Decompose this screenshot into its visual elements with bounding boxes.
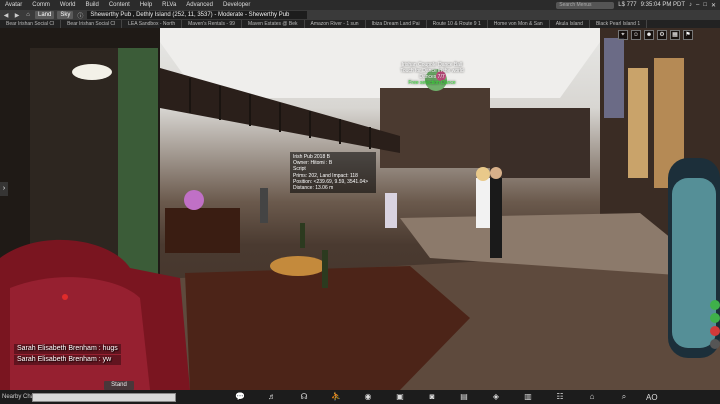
- map-icon[interactable]: ▤: [457, 392, 471, 402]
- menu-comm[interactable]: Comm: [27, 0, 55, 10]
- headphones-icon[interactable]: ☊: [297, 392, 311, 402]
- back-icon[interactable]: ◀: [2, 12, 10, 19]
- world-viewport[interactable]: Irishan Coupole Dance Ball Touch for Dan…: [0, 28, 720, 390]
- search-icon[interactable]: ⌕: [617, 392, 631, 402]
- volume-icon[interactable]: ♪: [689, 2, 692, 8]
- location-field[interactable]: Shewerthy Pub , Dethly Island (252, 11, …: [87, 11, 308, 19]
- floating-text-line: Free selection Dance: [408, 80, 456, 86]
- side-panel-tab-left[interactable]: ›: [0, 182, 8, 196]
- object-floating-text: Irishan Coupole Dance Ball Touch for Dan…: [392, 62, 472, 86]
- microphone-icon[interactable]: ♬: [265, 392, 279, 402]
- top-menu-bar: Avatar Comm World Build Content Help RLV…: [0, 0, 720, 10]
- hud-button-gray[interactable]: [710, 339, 720, 349]
- eye-icon[interactable]: ◉: [361, 392, 375, 402]
- menu-content[interactable]: Content: [104, 0, 135, 10]
- settings-icon[interactable]: ⚙: [657, 30, 667, 40]
- favorite-item[interactable]: Amazon River - 1 sun: [305, 20, 366, 28]
- favorite-item[interactable]: Home von Mon & San: [488, 20, 550, 28]
- home-icon[interactable]: ⌂: [24, 12, 32, 18]
- side-buttons-right: [710, 300, 720, 349]
- favorite-item[interactable]: Bear Irishan Social Cl: [0, 20, 62, 28]
- menu-advanced[interactable]: Advanced: [181, 0, 218, 10]
- menu-right-group: Search Menus L$ 777 9:35:04 PM PDT ♪ – □…: [556, 1, 720, 9]
- snapshot-icon[interactable]: ◙: [425, 392, 439, 402]
- menu-build[interactable]: Build: [80, 0, 103, 10]
- favorite-item[interactable]: Akula Island: [550, 20, 590, 28]
- ao-button[interactable]: AO: [646, 393, 658, 402]
- maximize-icon[interactable]: □: [703, 2, 707, 8]
- nearby-chat-input[interactable]: [32, 392, 176, 402]
- nearby-chat-label: Nearby Chat: [2, 394, 36, 400]
- places-icon[interactable]: ⌂: [585, 392, 599, 402]
- close-icon[interactable]: ✕: [711, 2, 716, 9]
- object-hover-tip: Irish Pub 2018 B Owner: Hitomi : B Scrip…: [290, 152, 376, 194]
- favorite-item[interactable]: Black Pearl Island 1: [590, 20, 648, 28]
- menu-rlva[interactable]: RLVa: [157, 0, 181, 10]
- favorite-item[interactable]: Bear Irishan Social Cl: [61, 20, 123, 28]
- minimap-icon[interactable]: ◈: [489, 392, 503, 402]
- forward-icon[interactable]: ▶: [13, 12, 21, 19]
- inventory-icon[interactable]: ▥: [521, 392, 535, 402]
- land-button[interactable]: Land: [35, 11, 55, 19]
- people-icon[interactable]: ☻: [644, 30, 654, 40]
- chat-line: Sarah Elisabeth Brenham : hugs: [14, 344, 121, 354]
- chat-line: Sarah Elisabeth Brenham : yw: [14, 355, 121, 365]
- location-bar: ◀ ▶ ⌂ Land Sky ⓘ Shewerthy Pub , Dethly …: [0, 10, 720, 20]
- toolbar-buttons: 💬 ♬ ☊ ⛹ ◉ ▣ ◙ ▤ ◈ ▥ ☷ ⌂ ⌕: [224, 392, 640, 402]
- hud-button-red[interactable]: [710, 326, 720, 336]
- hover-tip-distance: Distance: 13.06 m: [293, 185, 334, 192]
- favorites-bar: Bear Irishan Social Cl Bear Irishan Soci…: [0, 20, 720, 28]
- favorite-item[interactable]: Route 10 & Route 9 1: [427, 20, 488, 28]
- bottom-toolbar: Nearby Chat 💬 ♬ ☊ ⛹ ◉ ▣ ◙ ▤ ◈ ▥ ☷ ⌂ ⌕ AO: [0, 390, 720, 404]
- favorite-item[interactable]: Maven's Rentals - 99: [182, 20, 242, 28]
- favorite-item[interactable]: Ibiza Dream Land Pai: [366, 20, 427, 28]
- menu-help[interactable]: Help: [135, 0, 157, 10]
- clock-label: 9:35:04 PM PDT: [640, 2, 685, 8]
- stand-button[interactable]: Stand: [104, 381, 134, 390]
- viewport-icons: ⌖ ☺ ☻ ⚙ ▦ ⚑: [618, 30, 693, 40]
- sky-button[interactable]: Sky: [57, 11, 74, 19]
- walk-icon[interactable]: ⛹: [329, 392, 343, 402]
- menu-avatar[interactable]: Avatar: [0, 0, 27, 10]
- hud-button-green[interactable]: [710, 313, 720, 323]
- favorite-item[interactable]: LEA Sandbox - North: [122, 20, 183, 28]
- info-icon[interactable]: ⓘ: [76, 11, 84, 20]
- speech-bubble-icon[interactable]: 💬: [233, 392, 247, 402]
- scene-rendering: [0, 28, 720, 390]
- minimize-icon[interactable]: –: [696, 2, 699, 8]
- people-icon[interactable]: ☷: [553, 392, 567, 402]
- camera-icon[interactable]: ⌖: [618, 30, 628, 40]
- balance-label[interactable]: L$ 777: [618, 2, 636, 8]
- camera-icon[interactable]: ▣: [393, 392, 407, 402]
- avatar-icon[interactable]: ☺: [631, 30, 641, 40]
- favorite-item[interactable]: Maven Estates @ Bek: [242, 20, 305, 28]
- menu-developer[interactable]: Developer: [218, 0, 255, 10]
- menu-world[interactable]: World: [55, 0, 81, 10]
- grid-icon[interactable]: ▦: [670, 30, 680, 40]
- chat-toasts: Sarah Elisabeth Brenham : hugs Sarah Eli…: [14, 344, 121, 366]
- landmark-icon[interactable]: ⚑: [683, 30, 693, 40]
- hud-button-green[interactable]: [710, 300, 720, 310]
- menu-search-input[interactable]: Search Menus: [556, 1, 615, 9]
